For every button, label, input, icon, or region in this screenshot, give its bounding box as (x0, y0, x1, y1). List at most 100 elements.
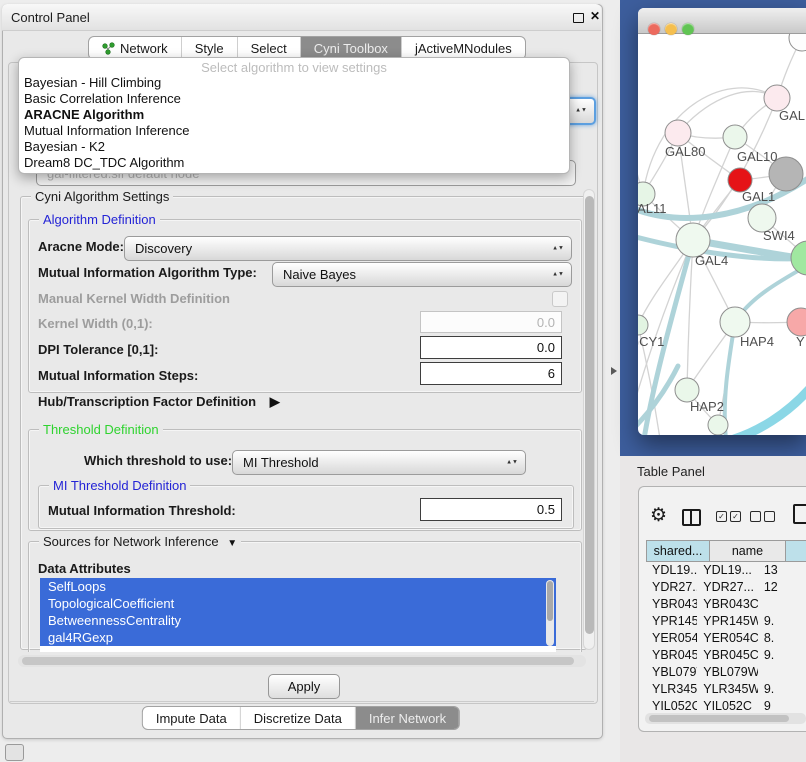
mi-threshold-label: Mutual Information Threshold: (48, 503, 236, 518)
table-cell: YBR043C (697, 596, 758, 613)
aracne-mode-value: Discovery (135, 241, 192, 256)
network-node-hap4[interactable] (720, 307, 750, 337)
select-all-icon[interactable]: ✓✓ (716, 511, 741, 522)
network-node-gal80[interactable] (665, 120, 691, 146)
table-cell: YER054C (697, 630, 758, 647)
control-panel-titlebar (2, 4, 601, 31)
minimized-window-gadget[interactable] (5, 744, 24, 761)
node-label-gal10: GAL10 (737, 149, 777, 164)
aracne-mode-combobox[interactable]: Discovery ▲▼ (124, 236, 572, 261)
attribute-item-topologicalcoefficient[interactable]: TopologicalCoefficient (40, 595, 556, 612)
attribute-item-gal4rgexp[interactable]: gal4RGexp (40, 629, 556, 646)
network-canvas[interactable]: GALGAL80GAL10GAL1GAL11SWI4GAL4GCY1HAP4YH… (638, 34, 806, 435)
table-cell (758, 596, 806, 613)
tab-style[interactable]: Style (182, 37, 238, 59)
network-node-gal4[interactable] (676, 223, 710, 257)
apply-button[interactable]: Apply (268, 674, 340, 699)
algorithm-option-bayesian-k2[interactable]: Bayesian - K2 (19, 139, 569, 155)
tab-cyni-toolbox[interactable]: Cyni Toolbox (301, 37, 402, 59)
collapsed-arrow-icon: ▶ (270, 394, 280, 410)
node-label-y: Y (796, 334, 805, 349)
table-row[interactable]: YDL19...YDL19...13 (646, 562, 806, 579)
tab-label: Discretize Data (254, 711, 342, 726)
network-node[interactable] (708, 415, 728, 435)
which-threshold-combobox[interactable]: MI Threshold ▲▼ (232, 450, 526, 475)
kernel-width-value: 0.0 (537, 315, 555, 330)
network-node-gal10[interactable] (723, 125, 747, 149)
sources-title-text: Sources for Network Inference (43, 534, 219, 549)
aracne-mode-label: Aracne Mode: (38, 239, 124, 254)
tab-select[interactable]: Select (238, 37, 301, 59)
table-cell: YBR045C (697, 647, 758, 664)
close-icon[interactable]: ✕ (590, 9, 600, 23)
table-cell: YDR27... (697, 579, 758, 596)
gear-icon[interactable]: ⚙ (650, 504, 667, 527)
table-row[interactable]: YBR043CYBR043C (646, 596, 806, 613)
combo-stepper-icon: ▲▼ (506, 460, 518, 465)
table-row[interactable]: YLR345WYLR345W9. (646, 681, 806, 698)
network-node-gcy1[interactable] (638, 315, 648, 335)
network-graph[interactable]: GALGAL80GAL10GAL1GAL11SWI4GAL4GCY1HAP4YH… (638, 34, 806, 435)
tab-network[interactable]: Network (89, 37, 182, 59)
network-node-y[interactable] (787, 308, 806, 336)
algorithm-option-aracne-algorithm[interactable]: ARACNE Algorithm (19, 107, 569, 123)
mi-type-combobox[interactable]: Naive Bayes ▲▼ (272, 262, 572, 287)
column-header-name[interactable]: name (710, 540, 786, 562)
network-edge[interactable] (678, 91, 777, 133)
column-header-shared[interactable]: shared... (646, 540, 710, 562)
tab-discretize-data[interactable]: Discretize Data (241, 707, 356, 729)
attributes-scrollbar-thumb[interactable] (547, 581, 553, 621)
network-node[interactable] (791, 241, 806, 275)
dpi-tolerance-field[interactable]: 0.0 (420, 336, 562, 359)
algorithm-option-bayesian-hill-climbing[interactable]: Bayesian - Hill Climbing (19, 75, 569, 91)
tab-impute-data[interactable]: Impute Data (143, 707, 241, 729)
table-row[interactable]: YBL079WYBL079W (646, 664, 806, 681)
table-cell: 9. (758, 681, 806, 698)
columns-icon[interactable] (682, 509, 701, 526)
column-header-a[interactable]: A (786, 540, 806, 562)
table-cell: 9. (758, 647, 806, 664)
network-node[interactable] (789, 34, 806, 51)
tab-label: Select (251, 41, 287, 56)
manual-kernel-checkbox[interactable] (552, 291, 568, 307)
tab-infer-network[interactable]: Infer Network (356, 707, 459, 729)
pane-resize-handle[interactable] (611, 367, 617, 375)
table-cell (758, 664, 806, 681)
table-cell: YIL052C (646, 698, 697, 712)
network-edge[interactable] (734, 386, 806, 435)
algorithm-option-basic-correlation-inference[interactable]: Basic Correlation Inference (19, 91, 569, 107)
table-row[interactable]: YDR27...YDR27...12 (646, 579, 806, 596)
document-icon[interactable] (793, 504, 806, 524)
data-attributes-list[interactable]: SelfLoopsTopologicalCoefficientBetweenne… (40, 578, 556, 652)
sources-group-title[interactable]: Sources for Network Inference ▼ (39, 534, 241, 549)
cyni-mode-tabbar: Impute Data Discretize Data Infer Network (142, 706, 460, 730)
network-edge[interactable] (725, 322, 735, 435)
table-row[interactable]: YER054CYER054C8. (646, 630, 806, 647)
algorithm-option-mutual-information-inference[interactable]: Mutual Information Inference (19, 123, 569, 139)
table-row[interactable]: YPR145WYPR145W9. (646, 613, 806, 630)
tab-jactivemnodules[interactable]: jActiveMNodules (402, 37, 525, 59)
table-body: YDL19...YDL19...13YDR27...YDR27...12YBR0… (646, 562, 806, 712)
hub-definition-toggle[interactable]: Hub/Transcription Factor Definition ▶ (38, 394, 280, 410)
float-window-icon[interactable] (573, 13, 584, 23)
table-hscrollbar-thumb[interactable] (649, 715, 789, 722)
mi-threshold-value: 0.5 (537, 502, 555, 517)
network-window-titlebar[interactable] (638, 8, 806, 34)
deselect-all-icon[interactable] (750, 511, 775, 522)
table-row[interactable]: YBR045CYBR045C9. (646, 647, 806, 664)
tab-label: jActiveMNodules (415, 41, 512, 56)
attribute-item-selfloops[interactable]: SelfLoops (40, 578, 556, 595)
algorithm-option-dream8-dc-tdc-algorithm[interactable]: Dream8 DC_TDC Algorithm (19, 155, 569, 171)
table-cell: YDL19... (697, 562, 758, 579)
attribute-item-betweennesscentrality[interactable]: BetweennessCentrality (40, 612, 556, 629)
combo-stepper-icon: ▲▼ (575, 109, 587, 114)
mi-steps-field[interactable]: 6 (420, 362, 562, 385)
node-label-gcy1: GCY1 (638, 334, 664, 349)
table-row[interactable]: YIL052CYIL052C9 (646, 698, 806, 712)
kernel-width-field[interactable]: 0.0 (420, 311, 562, 333)
settings-hscrollbar-thumb[interactable] (22, 657, 574, 665)
mi-threshold-field[interactable]: 0.5 (420, 498, 562, 521)
manual-kernel-label: Manual Kernel Width Definition (38, 291, 230, 306)
combo-stepper-icon: ▲▼ (552, 272, 564, 277)
settings-vscrollbar-thumb[interactable] (585, 196, 594, 634)
